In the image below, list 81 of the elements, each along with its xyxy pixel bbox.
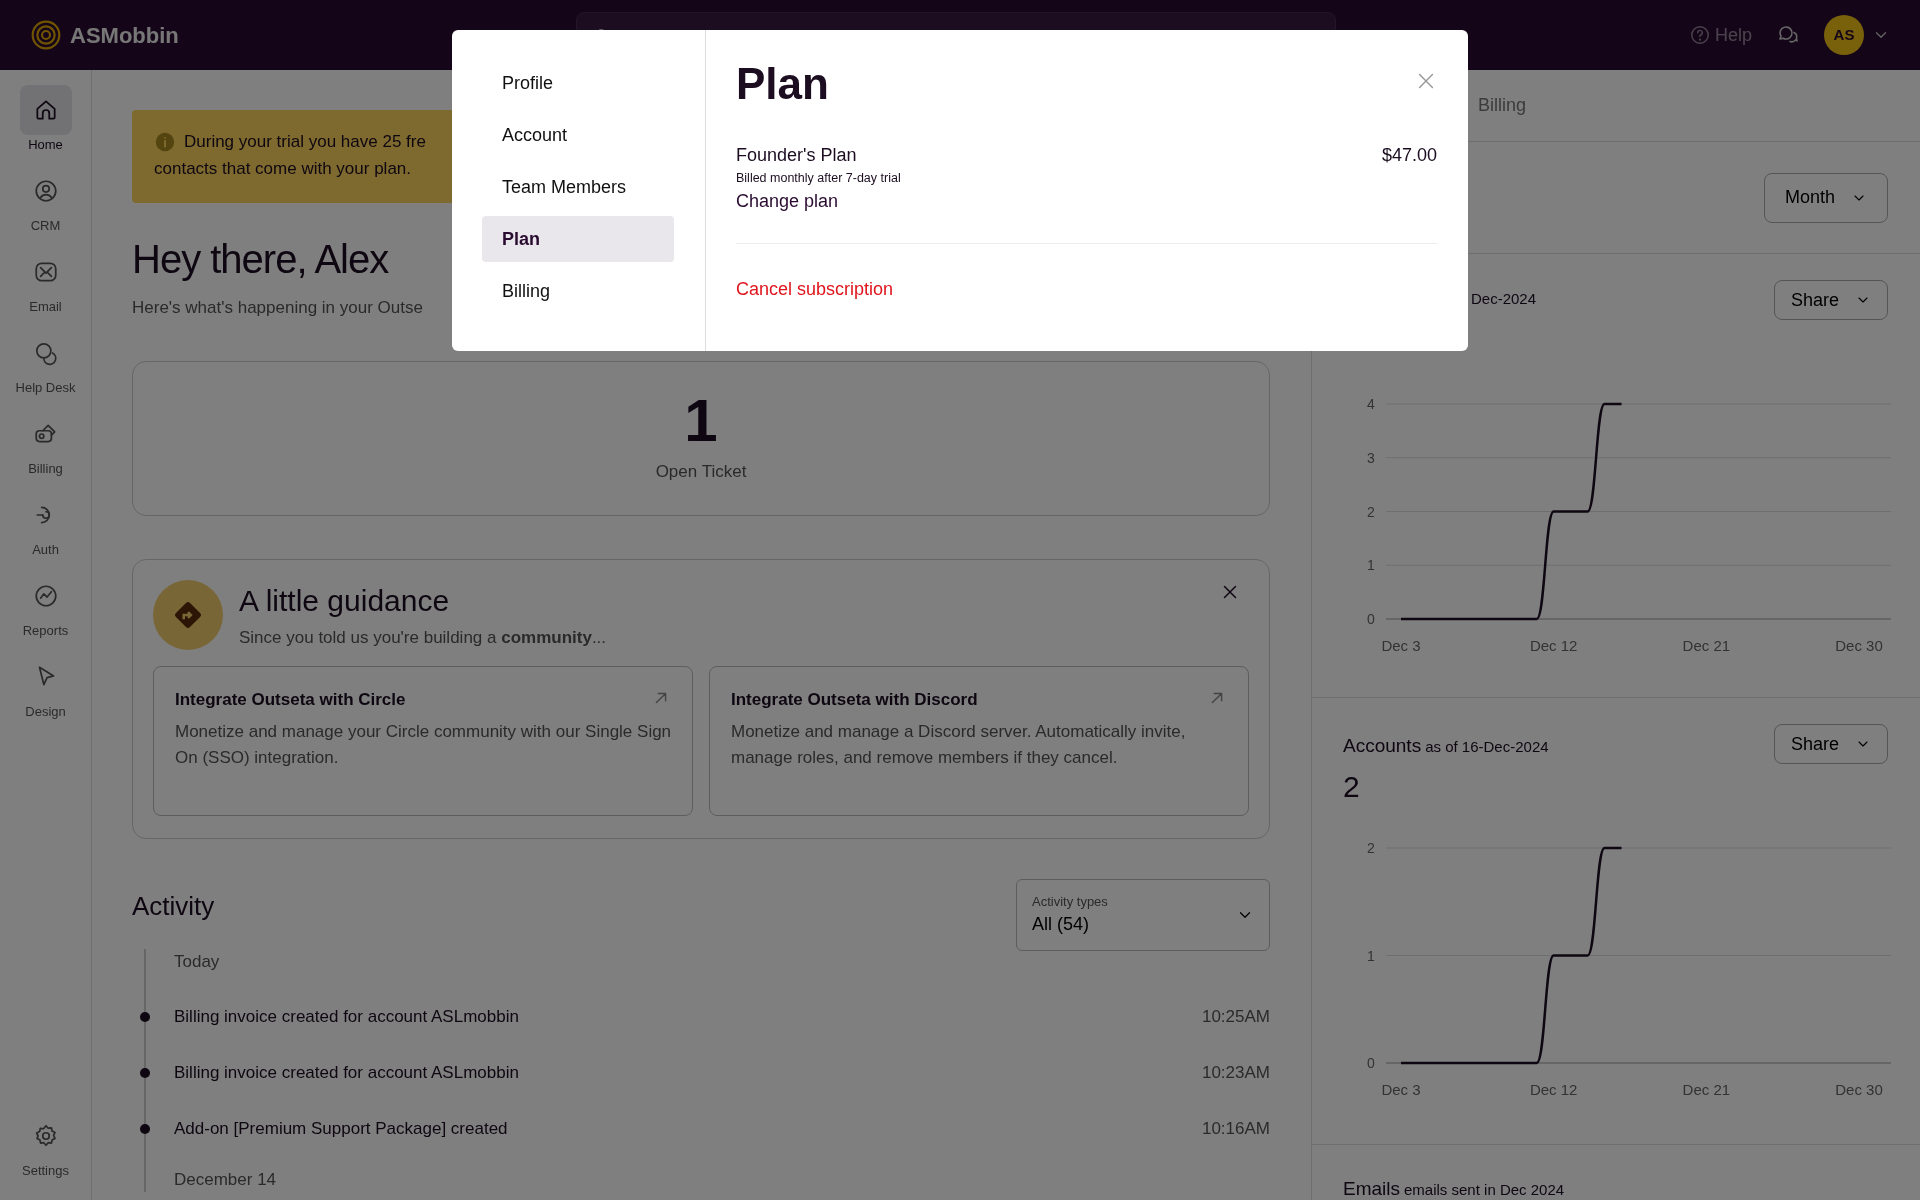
timeline-dot bbox=[140, 1123, 150, 1134]
share-dropdown[interactable]: Share bbox=[1773, 724, 1888, 764]
timeline-dot bbox=[140, 1067, 150, 1078]
dialog-nav-item[interactable]: Team Members bbox=[482, 164, 674, 210]
settings-item[interactable]: Settings bbox=[0, 1110, 92, 1200]
integration-card[interactable]: Integrate Outseta with Circle Monetize and manage your Circle community with our Single Sign On (SSO) integration. bbox=[153, 666, 693, 816]
axis-tick-label: Dec 30 bbox=[1835, 637, 1883, 654]
activity-text: Billing invoice created for account ASLmobbin bbox=[174, 1061, 519, 1084]
chart-subtitle: Dec-2024 bbox=[1471, 289, 1537, 309]
dialog-nav-item[interactable]: Plan bbox=[482, 216, 674, 262]
integration-text: Monetize and manage a Discord server. Automatically invite, manage roles, and remove members if they cancel. bbox=[731, 720, 1187, 769]
activity-time: 10:25AM bbox=[1201, 1005, 1270, 1028]
greeting-subtitle: Here's what's happening in your Outse bbox=[132, 298, 423, 317]
cancel-subscription-link[interactable]: Cancel subscription bbox=[736, 279, 894, 300]
user-avatar[interactable]: AS bbox=[1824, 15, 1864, 55]
activity-text: Add-on [Premium Support Package] created bbox=[174, 1117, 508, 1140]
nav-icon bbox=[32, 259, 59, 285]
panel-tab[interactable]: Billing bbox=[1478, 92, 1527, 119]
info-icon bbox=[154, 130, 176, 153]
dialog-nav-item[interactable]: Profile bbox=[482, 60, 674, 106]
axis-tick-label: 4 bbox=[1367, 396, 1375, 412]
integration-title: Integrate Outseta with Circle bbox=[175, 689, 406, 711]
sidebar-item[interactable]: Email bbox=[0, 246, 92, 327]
axis-tick-label: 2 bbox=[1367, 503, 1375, 520]
chart-subtitle: emails sent in Dec 2024 bbox=[1404, 1180, 1565, 1200]
dialog-title: Plan bbox=[736, 60, 829, 109]
sidebar-item[interactable]: Design bbox=[0, 651, 92, 732]
ticket-card[interactable]: 1 Open Ticket bbox=[132, 360, 1270, 516]
nav-icon bbox=[32, 583, 59, 609]
axis-tick-label: Dec 30 bbox=[1835, 1081, 1883, 1098]
activity-text: Billing invoice created for account ASLmobbin bbox=[174, 1005, 519, 1028]
axis-tick-label: 1 bbox=[1367, 557, 1375, 574]
logo-icon bbox=[30, 19, 62, 51]
banner-text: During your trial you have 25 fre bbox=[184, 131, 426, 153]
activity-type-select[interactable]: Activity types All (54) bbox=[1016, 879, 1270, 951]
axis-tick-label: Dec 21 bbox=[1682, 1081, 1731, 1098]
brand-name: ASMobbin bbox=[70, 21, 179, 50]
sidebar-item[interactable]: Billing bbox=[0, 408, 92, 489]
axis-tick-label: 0 bbox=[1367, 1055, 1375, 1071]
greeting-heading: Hey there, Alex bbox=[132, 237, 389, 281]
axis-tick-label: 3 bbox=[1367, 449, 1375, 466]
activity-heading: Activity bbox=[132, 890, 215, 923]
axis-tick-label: 2 bbox=[1367, 840, 1375, 856]
axis-tick-label: Dec 12 bbox=[1529, 1081, 1578, 1098]
axis-tick-label: 1 bbox=[1367, 947, 1375, 964]
date-heading: Today bbox=[174, 952, 220, 971]
date-heading: December 14 bbox=[174, 1169, 277, 1189]
banner-text: contacts that come with your plan. bbox=[154, 159, 412, 178]
chart-value: 2 bbox=[1343, 769, 1361, 805]
activity-time: 10:23AM bbox=[1201, 1061, 1270, 1084]
dialog-nav-item[interactable]: Account bbox=[482, 112, 674, 158]
axis-tick-label: Dec 3 bbox=[1381, 637, 1421, 654]
axis-tick-label: 0 bbox=[1367, 611, 1375, 627]
guidance-subtitle: Since you told us you're building a community... bbox=[239, 626, 607, 649]
chart-title: Accounts bbox=[1343, 734, 1422, 758]
chart-title: Emails bbox=[1343, 1177, 1400, 1200]
integration-text: Monetize and manage your Circle community with our Single Sign On (SSO) integration. bbox=[175, 720, 672, 769]
change-plan-link[interactable]: Change plan bbox=[736, 191, 839, 212]
nav-icon bbox=[32, 178, 59, 204]
activity-time: 10:16AM bbox=[1201, 1117, 1270, 1140]
axis-tick-label: Dec 3 bbox=[1381, 1081, 1421, 1098]
plan-name: Founder's Plan bbox=[736, 144, 858, 168]
axis-tick-label: Dec 12 bbox=[1529, 637, 1578, 654]
share-dropdown[interactable]: Share bbox=[1773, 280, 1888, 320]
sidebar-item[interactable]: Auth bbox=[0, 489, 92, 570]
sidebar-item[interactable]: CRM bbox=[0, 165, 92, 246]
period-dropdown[interactable]: Month bbox=[1763, 172, 1888, 223]
sidebar-item[interactable]: Home bbox=[0, 84, 92, 165]
axis-tick-label: Dec 21 bbox=[1682, 637, 1731, 654]
plan-billing-note: Billed monthly after 7-day trial bbox=[736, 170, 901, 188]
ticket-count: 1 bbox=[684, 391, 718, 452]
guidance-title: A little guidance bbox=[239, 583, 451, 617]
integration-card[interactable]: Integrate Outseta with Discord Monetize and manage a Discord server. Automatically invite, manage roles, and remove members if they cancel. bbox=[709, 666, 1249, 816]
sidebar-item[interactable]: Help Desk bbox=[0, 327, 92, 408]
dialog-nav-item[interactable]: Billing bbox=[482, 268, 674, 314]
integration-title: Integrate Outseta with Discord bbox=[731, 689, 978, 711]
chart-subtitle: as of 16-Dec-2024 bbox=[1425, 737, 1549, 757]
plan-price: $47.00 bbox=[1381, 144, 1437, 168]
sidebar-item[interactable]: Reports bbox=[0, 570, 92, 651]
ticket-label: Open Ticket bbox=[655, 461, 747, 484]
timeline-dot bbox=[140, 1011, 150, 1022]
